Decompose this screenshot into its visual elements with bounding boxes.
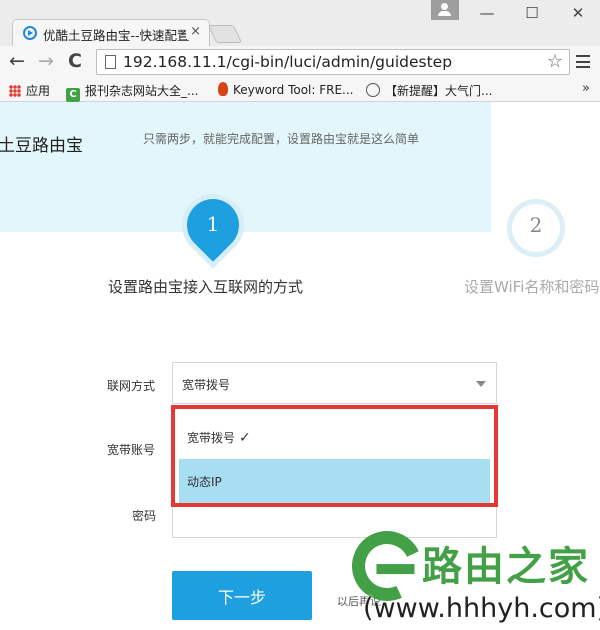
check-icon: ✓ — [239, 430, 251, 446]
bookmark-item[interactable]: C 报刊杂志网站大全_... — [66, 82, 198, 102]
connection-type-select[interactable]: 宽带拨号 — [172, 362, 497, 404]
step-2-title: 设置WiFi名称和密码 — [464, 278, 600, 296]
bookmark-star-icon[interactable]: ☆ — [547, 51, 563, 72]
tab-title: 优酷土豆路由宝--快速配置 — [43, 28, 190, 43]
tagline: 只需两步，就能完成配置，设置路由宝就是这么简单 — [143, 132, 420, 146]
user-profile-icon[interactable] — [431, 0, 459, 20]
green-site-icon: C — [66, 88, 80, 102]
option-label: 宽带拨号 — [187, 431, 236, 445]
maximize-button[interactable]: ☐ — [512, 2, 552, 24]
bookmark-apps[interactable]: 应用 — [9, 82, 50, 99]
browser-titlebar: 优酷土豆路由宝--快速配置 × — ☐ ✕ — [0, 0, 600, 46]
bookmark-item[interactable]: 【新提醒】大气门... — [366, 82, 492, 99]
reload-icon[interactable]: C — [68, 50, 82, 72]
browser-tab[interactable]: 优酷土豆路由宝--快速配置 × — [12, 19, 210, 46]
bookmark-label: 报刊杂志网站大全_... — [85, 84, 199, 98]
bookmarks-overflow-icon[interactable]: » — [582, 81, 590, 96]
bookmarks-bar: 应用 C 报刊杂志网站大全_... Keyword Tool: FRE... 【新… — [0, 78, 600, 102]
brand-name: 土豆路由宝 — [0, 136, 83, 156]
step-2-number: 2 — [529, 213, 543, 237]
page-icon — [105, 55, 116, 69]
bookmark-label: 应用 — [26, 84, 51, 98]
address-bar[interactable]: 192.168.11.1/cgi-bin/luci/admin/guideste… — [96, 49, 570, 75]
next-step-button[interactable]: 下一步 — [172, 571, 312, 620]
option-pppoe[interactable]: 宽带拨号 ✓ — [179, 415, 490, 459]
password-label: 密码 — [132, 509, 157, 523]
youku-favicon-icon — [23, 26, 37, 40]
hero-banner — [0, 102, 491, 232]
close-window-button[interactable]: ✕ — [558, 2, 598, 24]
new-tab-button[interactable] — [207, 25, 243, 43]
connection-type-dropdown: 宽带拨号 ✓ 动态IP — [171, 405, 498, 507]
back-arrow-icon[interactable]: ← — [9, 50, 25, 72]
chevron-down-icon — [476, 381, 486, 387]
forward-arrow-icon[interactable]: → — [38, 50, 54, 72]
watermark-brand: 路由之家 — [422, 544, 590, 590]
menu-icon[interactable] — [576, 55, 590, 68]
option-dhcp[interactable]: 动态IP — [179, 459, 490, 503]
browser-toolbar: ← → C 192.168.11.1/cgi-bin/luci/admin/gu… — [0, 46, 600, 78]
step-1-number: 1 — [206, 212, 220, 236]
connection-type-label: 联网方式 — [107, 379, 156, 393]
bookmark-label: Keyword Tool: FRE... — [233, 83, 354, 97]
watermark-url: (www.hhhyh.com) — [363, 593, 600, 624]
bookmark-label: 【新提醒】大气门... — [385, 84, 493, 98]
apps-grid-icon — [9, 85, 21, 97]
connection-type-value: 宽带拨号 — [182, 378, 231, 392]
minimize-button[interactable]: — — [467, 2, 507, 24]
option-label: 动态IP — [187, 475, 222, 489]
bookmark-item[interactable]: Keyword Tool: FRE... — [218, 82, 354, 97]
wordpress-icon — [366, 83, 380, 97]
close-tab-icon[interactable]: × — [186, 24, 201, 39]
step-1-title: 设置路由宝接入互联网的方式 — [108, 278, 304, 296]
account-label: 宽带账号 — [107, 443, 156, 457]
url-text: 192.168.11.1/cgi-bin/luci/admin/guideste… — [123, 53, 453, 71]
flame-icon — [218, 82, 228, 96]
